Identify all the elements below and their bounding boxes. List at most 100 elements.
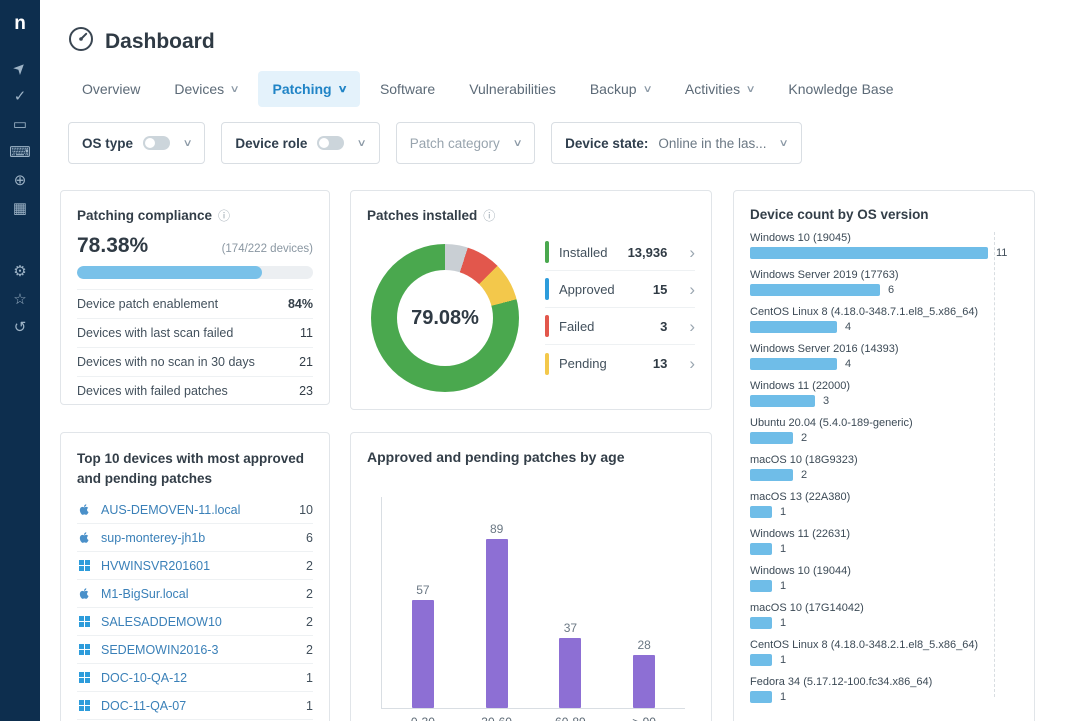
sidebar: n ➤ ✓ ▭ ⌨ ⊕ ▦ ⚙ ☆ ↺ [0, 0, 40, 721]
tab-activities[interactable]: Activities ∨ [671, 71, 769, 107]
tab-bar: Overview Devices ∨ Patching ∨ Software Vulnera… [68, 71, 908, 107]
history-icon[interactable]: ↺ [0, 320, 40, 335]
chevron-down-icon: ∨ [779, 137, 790, 149]
tab-label: Devices [174, 81, 225, 97]
sidebar-nav: ➤ ✓ ▭ ⌨ ⊕ ▦ ⚙ ☆ ↺ [0, 58, 40, 335]
filter-bar: OS type ∨ Device role ∨ Patch category ∨ Devic… [68, 122, 802, 164]
tab-vulnerabilities[interactable]: Vulnerabilities [455, 71, 570, 107]
device-link[interactable]: DOC-10-QA-12 [101, 671, 187, 685]
device-row: HVWINSVR201601 2 [77, 552, 313, 581]
compliance-row-value: 21 [299, 355, 313, 369]
toggle-switch[interactable] [317, 136, 345, 150]
device-row: DOC-10-QA-12 1 [77, 664, 313, 693]
legend-item-pending[interactable]: Pending 13 › [545, 345, 695, 382]
chevron-down-icon: ∨ [745, 83, 756, 95]
os-bar-row: 1 [750, 543, 1018, 555]
filter-patch-category[interactable]: Patch category ∨ [395, 122, 536, 164]
card-title-row: Patches installed ⓘ [367, 207, 695, 224]
app-logo[interactable]: n [14, 13, 26, 35]
patches-body: 79.08% Installed 13,936 › Approved 15 › Failed… [367, 228, 695, 392]
device-link[interactable]: sup-monterey-jh1b [101, 531, 205, 545]
send-icon[interactable]: ➤ [1, 49, 40, 88]
filter-os-type[interactable]: OS type ∨ [68, 122, 206, 164]
os-version-row: CentOS Linux 8 (4.18.0-348.7.1.el8_5.x86… [750, 306, 1018, 333]
bar-value-label: 37 [563, 621, 578, 635]
os-bar-value: 4 [845, 358, 852, 370]
os-bar-value: 11 [996, 247, 1008, 259]
tab-backup[interactable]: Backup ∨ [576, 71, 665, 107]
os-bar [750, 543, 772, 555]
legend-item-approved[interactable]: Approved 15 › [545, 271, 695, 308]
os-bar-value: 1 [780, 543, 787, 555]
device-link[interactable]: M1-BigSur.local [101, 587, 189, 601]
device-row: M1-BigSur.local 2 [77, 580, 313, 609]
tab-label: Backup [589, 81, 637, 97]
compliance-progress-bar [77, 266, 313, 279]
os-version-row: Windows 11 (22631) 1 [750, 528, 1018, 555]
chevron-right-icon: › [689, 354, 695, 373]
info-icon[interactable]: ⓘ [483, 207, 495, 224]
tab-devices[interactable]: Devices ∨ [160, 71, 252, 107]
favorites-icon[interactable]: ☆ [0, 292, 40, 307]
device-link[interactable]: HVWINSVR201601 [101, 559, 210, 573]
legend-item-installed[interactable]: Installed 13,936 › [545, 234, 695, 271]
printing-icon[interactable]: ▦ [0, 201, 40, 216]
os-bar [750, 395, 815, 407]
os-bar [750, 321, 837, 333]
os-version-label: Windows 10 (19044) [750, 565, 851, 577]
devices-icon[interactable]: ▭ [0, 117, 40, 132]
toggle-switch[interactable] [143, 136, 171, 150]
tab-overview[interactable]: Overview [68, 71, 154, 107]
os-version-row: CentOS Linux 8 (4.18.0-348.2.1.el8_5.x86… [750, 639, 1018, 666]
os-bar-row: 2 [750, 432, 1018, 444]
os-bar-value: 1 [780, 654, 787, 666]
os-version-label: macOS 10 (18G9323) [750, 454, 858, 466]
top-devices-title: Top 10 devices with most approved and pe… [77, 451, 305, 486]
device-row: sup-monterey-jh1b 6 [77, 524, 313, 553]
tab-knowledge-base[interactable]: Knowledge Base [774, 71, 907, 107]
age-bar-group: 37 [534, 621, 608, 708]
os-version-title: Device count by OS version [750, 207, 929, 222]
os-version-label: Windows 10 (19045) [750, 232, 851, 244]
device-link[interactable]: SEDEMOWIN2016-3 [101, 643, 218, 657]
compliance-progress-fill [77, 266, 262, 279]
device-link[interactable]: SALESADDEMOW10 [101, 615, 222, 629]
chevron-down-icon: ∨ [642, 83, 653, 95]
tab-patching[interactable]: Patching ∨ [258, 71, 360, 107]
settings-icon[interactable]: ⚙ [0, 264, 40, 279]
age-chart-card: Approved and pending patches by age 57 89… [350, 432, 712, 721]
network-icon[interactable]: ⊕ [0, 173, 40, 188]
info-icon[interactable]: ⓘ [218, 207, 230, 224]
legend-color-chip [545, 241, 549, 263]
os-bar-value: 1 [780, 506, 787, 518]
os-bar-row: 4 [750, 321, 1018, 333]
apple-icon [77, 530, 92, 545]
os-version-row: Ubuntu 20.04 (5.4.0-189-generic) 2 [750, 417, 1018, 444]
tab-label: Activities [684, 81, 741, 97]
compliance-row-value: 84% [287, 297, 313, 311]
device-link[interactable]: DOC-11-QA-07 [101, 699, 186, 713]
monitoring-icon[interactable]: ✓ [0, 89, 40, 104]
os-bar-value: 2 [801, 432, 808, 444]
chevron-down-icon: ∨ [182, 137, 193, 149]
os-bar-value: 6 [888, 284, 895, 296]
os-version-label: macOS 10 (17G14042) [750, 602, 864, 614]
legend-item-failed[interactable]: Failed 3 › [545, 308, 695, 345]
page-header: Dashboard [68, 26, 215, 57]
os-version-row: Fedora 34 (5.17.12-100.fc34.x86_64) 1 [750, 676, 1018, 703]
os-version-row: macOS 13 (22A380) 1 [750, 491, 1018, 518]
device-link[interactable]: AUS-DEMOVEN-11.local [101, 503, 240, 517]
age-chart-plot: 57 89 37 28 [381, 497, 685, 709]
tab-software[interactable]: Software [366, 71, 449, 107]
os-version-label: Windows 11 (22000) [750, 380, 851, 392]
top-devices-card: Top 10 devices with most approved and pe… [60, 432, 330, 721]
windows-icon [77, 672, 92, 684]
page-title: Dashboard [105, 29, 215, 53]
legend-value: 15 [652, 281, 668, 297]
endpoints-icon[interactable]: ⌨ [0, 145, 40, 160]
filter-device-role[interactable]: Device role ∨ [221, 122, 380, 164]
x-axis-label: 30-60 [460, 715, 534, 721]
legend-label: Installed [559, 244, 608, 260]
windows-icon [77, 644, 92, 656]
filter-device-state[interactable]: Device state: Online in the las... ∨ [551, 122, 802, 164]
